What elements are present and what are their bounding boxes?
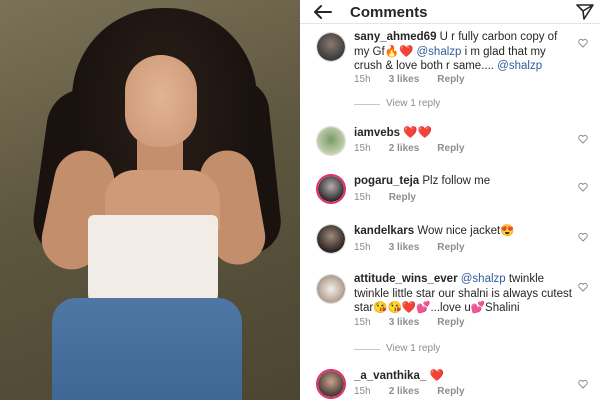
reply-button[interactable]: Reply xyxy=(437,386,464,397)
page-title: Comments xyxy=(350,4,428,21)
back-arrow-icon[interactable] xyxy=(312,4,332,20)
avatar[interactable] xyxy=(316,224,346,254)
comment-text: pogaru_teja Plz follow me xyxy=(354,174,574,189)
face xyxy=(125,55,197,147)
comment-meta: 15h 2 likes Reply xyxy=(354,386,465,397)
comment-time: 15h xyxy=(354,74,371,85)
view-replies-button[interactable]: View 1 reply xyxy=(300,98,600,110)
comment-username[interactable]: sany_ahmed69 xyxy=(354,31,436,43)
avatar[interactable] xyxy=(316,32,346,62)
divider xyxy=(354,349,380,350)
comment-time: 15h xyxy=(354,192,371,203)
comment-likes[interactable]: 2 likes xyxy=(389,386,420,397)
heart-icon[interactable] xyxy=(578,182,588,192)
comment-time: 15h xyxy=(354,386,371,397)
mention-link[interactable]: @shalzp xyxy=(461,273,506,285)
comment-meta: 15h 3 likes Reply xyxy=(354,317,465,328)
comment-time: 15h xyxy=(354,242,371,253)
comment-likes[interactable]: 3 likes xyxy=(389,242,420,253)
reply-button[interactable]: Reply xyxy=(437,74,464,85)
heart-icon[interactable] xyxy=(578,232,588,242)
comment-meta: 15h Reply xyxy=(354,192,416,203)
comment-meta: 15h 2 likes Reply xyxy=(354,143,465,154)
avatar[interactable] xyxy=(316,174,346,204)
avatar[interactable] xyxy=(316,274,346,304)
comment-text: attitude_wins_ever @shalzp twinkle twink… xyxy=(354,272,574,316)
comment-text: kandelkars Wow nice jacket😍 xyxy=(354,224,574,239)
comment-username[interactable]: iamvebs xyxy=(354,127,400,139)
comment-likes[interactable]: 3 likes xyxy=(389,74,420,85)
avatar[interactable] xyxy=(316,369,346,399)
comment-body: Plz follow me xyxy=(422,175,491,187)
view-replies-button[interactable]: View 1 reply xyxy=(300,343,600,355)
reply-button[interactable]: Reply xyxy=(437,242,464,253)
heart-icon[interactable] xyxy=(578,379,588,389)
heart-icon[interactable] xyxy=(578,282,588,292)
reply-button[interactable]: Reply xyxy=(437,143,464,154)
comment-meta: 15h 3 likes Reply xyxy=(354,242,465,253)
comment-text: iamvebs ❤️❤️ xyxy=(354,126,574,141)
send-icon[interactable] xyxy=(576,3,594,21)
comments-panel: Comments sany_ahmed69 U r fully carbon c… xyxy=(300,0,600,400)
divider xyxy=(354,104,380,105)
comment-time: 15h xyxy=(354,317,371,328)
view-replies-label[interactable]: View 1 reply xyxy=(386,343,440,354)
comment-meta: 15h 3 likes Reply xyxy=(354,74,465,85)
profile-photo xyxy=(0,0,300,400)
comment-username[interactable]: _a_vanthika_ xyxy=(354,370,426,382)
comment-body: Wow nice jacket😍 xyxy=(417,225,515,237)
comment-username[interactable]: pogaru_teja xyxy=(354,175,419,187)
mention-link[interactable]: @shalzp xyxy=(497,60,542,72)
jeans xyxy=(52,298,242,400)
comment-text: sany_ahmed69 U r fully carbon copy of my… xyxy=(354,30,574,74)
heart-icon[interactable] xyxy=(578,134,588,144)
white-top xyxy=(88,215,218,310)
view-replies-label[interactable]: View 1 reply xyxy=(386,98,440,109)
comment-likes[interactable]: 3 likes xyxy=(389,317,420,328)
reply-button[interactable]: Reply xyxy=(437,317,464,328)
comment-body: ❤️ xyxy=(429,370,444,382)
reply-button[interactable]: Reply xyxy=(389,192,416,203)
comment-body: ❤️❤️ xyxy=(403,127,432,139)
avatar[interactable] xyxy=(316,126,346,156)
comment-time: 15h xyxy=(354,143,371,154)
comment-username[interactable]: attitude_wins_ever xyxy=(354,273,458,285)
heart-icon[interactable] xyxy=(578,38,588,48)
comment-likes[interactable]: 2 likes xyxy=(389,143,420,154)
comments-header: Comments xyxy=(300,0,600,24)
mention-link[interactable]: @shalzp xyxy=(417,46,462,58)
comment-text: _a_vanthika_ ❤️ xyxy=(354,369,574,384)
comment-username[interactable]: kandelkars xyxy=(354,225,414,237)
